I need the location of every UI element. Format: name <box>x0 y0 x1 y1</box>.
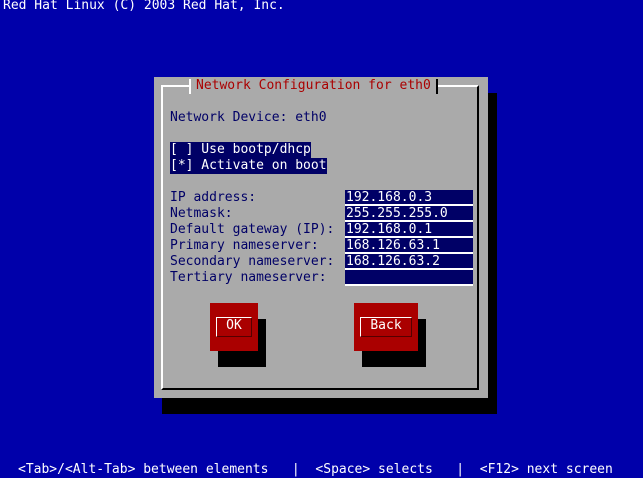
tertiary-nameserver-label: Tertiary nameserver: <box>170 270 327 285</box>
ok-button-label: OK <box>216 317 252 337</box>
netmask-label: Netmask: <box>170 206 233 221</box>
network-device-label: Network Device: eth0 <box>170 110 327 125</box>
secondary-nameserver-label: Secondary nameserver: <box>170 254 335 269</box>
secondary-nameserver-input[interactable]: 168.126.63.2 <box>345 254 473 270</box>
primary-nameserver-label: Primary nameserver: <box>170 238 319 253</box>
back-button[interactable]: Back <box>354 303 418 351</box>
back-button-label: Back <box>360 317 412 337</box>
keyboard-help-bar: <Tab>/<Alt-Tab> between elements | <Spac… <box>18 462 613 477</box>
network-config-dialog: Network Configuration for eth0 Network D… <box>154 77 488 398</box>
primary-nameserver-input[interactable]: 168.126.63.1 <box>345 238 473 254</box>
tertiary-nameserver-input[interactable] <box>345 270 473 286</box>
default-gateway-input[interactable]: 192.168.0.1 <box>345 222 473 238</box>
activate-on-boot-checkbox[interactable]: [*] Activate on boot <box>170 158 327 174</box>
installer-header-title: Red Hat Linux (C) 2003 Red Hat, Inc. <box>3 0 285 13</box>
ok-button[interactable]: OK <box>210 303 258 351</box>
ip-address-input[interactable]: 192.168.0.3 <box>345 190 473 206</box>
use-dhcp-checkbox[interactable]: [ ] Use bootp/dhcp <box>170 142 311 158</box>
netmask-input[interactable]: 255.255.255.0 <box>345 206 473 222</box>
dialog-title: Network Configuration for eth0 <box>189 78 438 94</box>
default-gateway-label: Default gateway (IP): <box>170 222 335 237</box>
ip-address-label: IP address: <box>170 190 257 205</box>
